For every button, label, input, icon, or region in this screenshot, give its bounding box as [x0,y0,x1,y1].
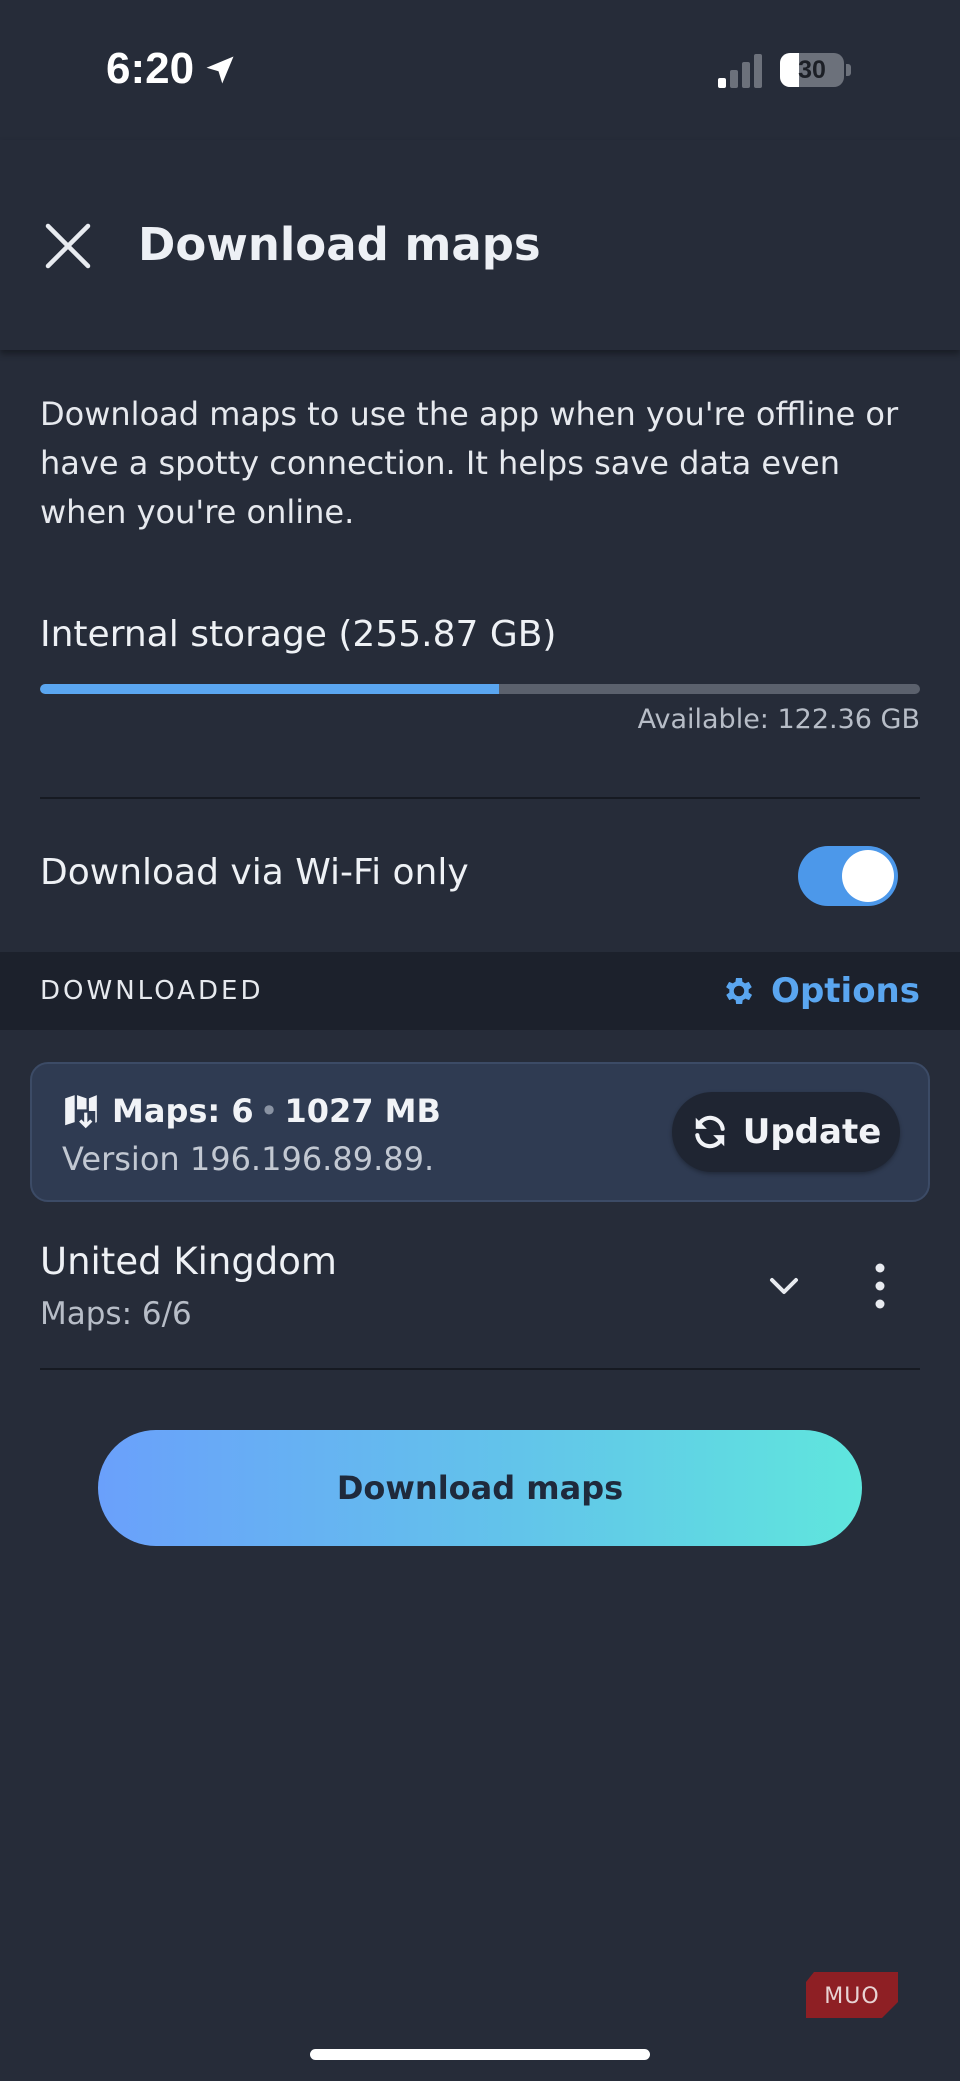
section-title: DOWNLOADED [40,976,264,1006]
update-label: Update [742,1112,882,1152]
battery-body: 30 [780,53,844,87]
chevron-down-icon[interactable] [764,1266,804,1306]
update-button[interactable]: Update [672,1092,900,1172]
cellular-signal-icon [718,54,762,88]
divider [40,1368,920,1370]
download-maps-button[interactable]: Download maps [98,1430,862,1546]
separator-dot: • [259,1092,279,1130]
download-maps-label: Download maps [336,1469,624,1507]
home-indicator[interactable] [310,2049,650,2060]
maps-size: 1027 MB [284,1092,441,1130]
gear-icon [726,977,753,1005]
options-button[interactable]: Options [721,966,920,1016]
battery-icon: 30 [780,53,852,87]
maps-count: Maps: 6 [112,1092,254,1130]
wifi-only-toggle[interactable] [798,846,898,906]
battery-cap [846,64,851,76]
location-arrow-icon [206,56,234,84]
muo-watermark-logo: MUO [806,1972,898,2018]
downloaded-section-header: DOWNLOADED Options [0,952,960,1030]
wifi-only-label: Download via Wi-Fi only [40,852,469,893]
toggle-knob [842,850,894,902]
region-maps-count: Maps: 6/6 [40,1296,192,1332]
map-download-icon [65,1095,97,1129]
app-header: Download maps [0,140,960,350]
storage-label: Internal storage (255.87 GB) [40,614,557,655]
storage-progress-bar [40,684,920,694]
battery-level: 30 [798,56,826,84]
storage-used-fill [40,684,500,694]
maps-version: Version 196.196.89.89. [62,1140,435,1178]
refresh-icon [694,1115,725,1149]
options-label: Options [771,971,920,1011]
status-bar: 6:20 30 [0,0,960,140]
status-time: 6:20 [106,44,195,93]
region-name: United Kingdom [40,1240,337,1283]
page-title: Download maps [138,218,541,271]
storage-available: Available: 122.36 GB [637,704,920,735]
maps-summary-card: Maps: 6 • 1027 MB Version 196.196.89.89. U… [30,1062,930,1202]
close-icon[interactable] [40,218,96,274]
divider [40,797,920,799]
maps-count-size: Maps: 6 • 1027 MB [112,1092,441,1130]
svg-text:MUO: MUO [824,1984,879,2009]
more-options-icon[interactable] [862,1260,898,1312]
intro-text: Download maps to use the app when you're… [40,395,899,531]
